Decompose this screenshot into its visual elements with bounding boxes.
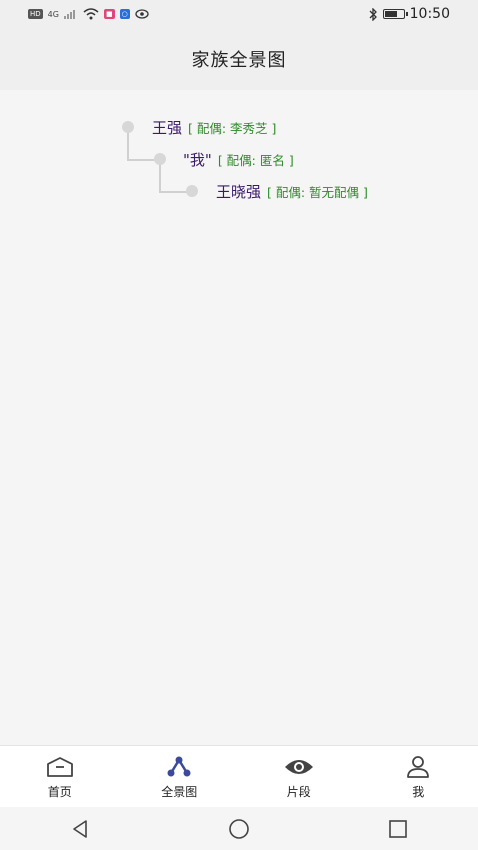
clock: 10:50	[409, 6, 450, 22]
member-spouse: [ 配偶: 匿名 ]	[217, 153, 294, 168]
recents-icon[interactable]	[358, 814, 438, 844]
person-icon	[403, 754, 433, 780]
tree-icon	[164, 754, 194, 780]
eye-notification-icon	[135, 9, 149, 19]
signal-icon	[63, 10, 75, 19]
tree-node-dot	[154, 153, 166, 165]
nav-me[interactable]: 我	[363, 754, 473, 800]
tree-node-self[interactable]: "我" [ 配偶: 匿名 ]	[183, 149, 294, 170]
home-icon	[45, 754, 75, 780]
tree-node-dot	[122, 121, 134, 133]
family-tree: 王强 [ 配偶: 李秀芝 ] "我" [ 配偶: 匿名 ] 王晓强 [ 配偶: …	[0, 90, 478, 745]
member-name: 王强	[152, 119, 183, 137]
bluetooth-icon	[369, 7, 377, 21]
nav-home-label: 首页	[47, 785, 72, 799]
status-bar: HD 4G ■ ○ 10:50	[0, 0, 478, 28]
member-name: "我"	[183, 151, 212, 169]
app-notification-icon: ■	[103, 9, 115, 19]
member-spouse: [ 配偶: 李秀芝 ]	[188, 121, 277, 136]
home-circle-icon[interactable]	[199, 814, 279, 844]
system-nav-bar	[0, 807, 478, 850]
nav-home[interactable]: 首页	[5, 754, 115, 800]
eye-icon	[284, 754, 314, 780]
tree-node-child[interactable]: 王晓强 [ 配偶: 暂无配偶 ]	[216, 181, 368, 202]
network-type: 4G	[47, 9, 59, 19]
app-notification-icon-2: ○	[119, 9, 130, 19]
bottom-nav: 首页 全景图 片段 我	[0, 745, 478, 808]
tree-node-grandfather[interactable]: 王强 [ 配偶: 李秀芝 ]	[152, 117, 276, 138]
back-icon[interactable]	[40, 814, 120, 844]
nav-panorama[interactable]: 全景图	[124, 754, 234, 800]
member-spouse: [ 配偶: 暂无配偶 ]	[267, 185, 368, 200]
page-title: 家族全景图	[191, 50, 287, 71]
hd-badge: HD	[28, 9, 43, 19]
tree-connector-vertical-2	[159, 162, 161, 192]
battery-icon	[382, 9, 408, 19]
status-right: 10:50	[368, 6, 450, 22]
wifi-icon	[83, 8, 99, 20]
tree-node-dot	[186, 185, 198, 197]
nav-fragments-label: 片段	[286, 785, 311, 799]
member-name: 王晓强	[216, 183, 262, 201]
nav-fragments[interactable]: 片段	[244, 754, 354, 800]
app-header: 家族全景图	[0, 28, 478, 90]
nav-me-label: 我	[412, 785, 425, 799]
nav-panorama-label: 全景图	[161, 785, 198, 799]
tree-connector-vertical-1	[127, 130, 129, 160]
status-left: HD 4G ■ ○	[28, 8, 149, 20]
